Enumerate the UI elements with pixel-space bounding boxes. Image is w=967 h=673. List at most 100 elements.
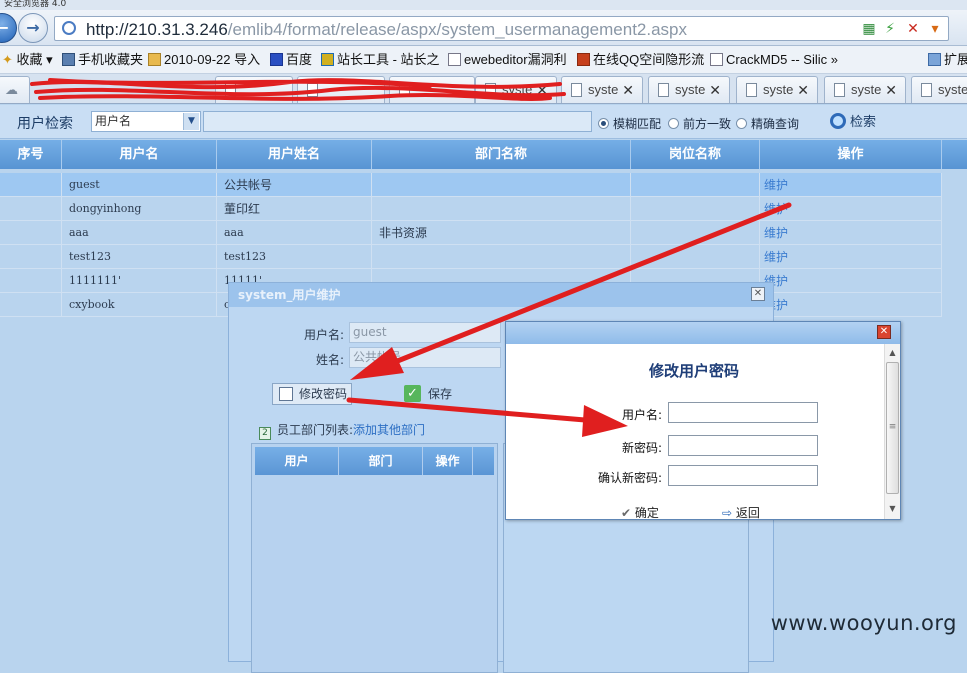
close-tab-icon[interactable]: ✕ bbox=[536, 77, 548, 103]
dialog-title-bar[interactable] bbox=[506, 322, 900, 344]
page-icon bbox=[710, 53, 723, 66]
new-password-input[interactable] bbox=[668, 435, 818, 456]
cell-post bbox=[631, 173, 760, 197]
close-tab-icon[interactable]: ✕ bbox=[622, 77, 634, 103]
stop-icon[interactable]: ✕ bbox=[902, 19, 924, 39]
search-input[interactable] bbox=[203, 111, 592, 132]
page-icon bbox=[658, 83, 669, 97]
col-header-post[interactable]: 岗位名称 bbox=[631, 140, 760, 169]
search-button[interactable]: 检索 bbox=[830, 111, 876, 130]
maintain-link[interactable]: 维护 bbox=[760, 173, 942, 197]
radio-prefix-match[interactable]: 前方一致 bbox=[668, 115, 731, 132]
tab-syste-6[interactable]: syste bbox=[911, 76, 967, 103]
chevron-down-icon: ▼ bbox=[183, 113, 199, 130]
col-header-fullname[interactable]: 用户姓名 bbox=[217, 140, 372, 169]
col-header-index[interactable]: 序号 bbox=[0, 140, 62, 169]
url-field[interactable]: http://210.31.3.246/emlib4/format/releas… bbox=[54, 16, 949, 41]
scroll-down-icon[interactable]: ▼ bbox=[885, 502, 900, 516]
radio-exact-match[interactable]: 精确查询 bbox=[736, 115, 799, 132]
bookmark-favorites[interactable]: ✦ 收藏 ▾ bbox=[2, 46, 53, 73]
tab-cloud[interactable]: ☁ bbox=[0, 76, 30, 103]
cell-username: dongyinhong bbox=[62, 197, 217, 221]
dept-col-dept[interactable]: 部门 bbox=[339, 447, 423, 475]
page-icon bbox=[485, 83, 496, 97]
maintain-link[interactable]: 维护 bbox=[760, 197, 942, 221]
username-label: 用户名: bbox=[303, 328, 344, 342]
dropdown-arrow-icon[interactable]: ▾ bbox=[924, 19, 946, 39]
bookmark-extensions[interactable]: 扩展 bbox=[928, 46, 967, 73]
dept-col-action[interactable]: 操作 bbox=[423, 447, 473, 475]
dept-list-line: 2 员工部门列表:添加其他部门 bbox=[259, 421, 425, 440]
maintain-link[interactable]: 维护 bbox=[760, 269, 942, 293]
lightning-icon[interactable]: ⚡ bbox=[879, 19, 901, 39]
puzzle-icon bbox=[928, 53, 941, 66]
close-icon[interactable]: ✕ bbox=[877, 325, 891, 339]
back-button[interactable]: ⇨ 返回 bbox=[722, 504, 760, 521]
scroll-up-icon[interactable]: ▲ bbox=[885, 346, 900, 360]
star-icon: ✦ bbox=[2, 52, 13, 67]
forward-button[interactable]: → bbox=[18, 13, 48, 43]
page-icon bbox=[399, 83, 410, 97]
tab-syste-5[interactable]: syste ✕ bbox=[824, 76, 906, 103]
qr-code-icon[interactable]: ▦ bbox=[858, 19, 880, 39]
url-path: /emlib4/format/release/aspx/system_userm… bbox=[227, 20, 688, 39]
bookmark-crackmd5[interactable]: CrackMD5 -- Silic » bbox=[710, 46, 838, 73]
back-button[interactable]: ← bbox=[0, 13, 17, 43]
col-header-department[interactable]: 部门名称 bbox=[372, 140, 631, 169]
dialog-heading: 修改用户密码 bbox=[648, 362, 739, 380]
tab-obscured-1[interactable] bbox=[215, 76, 293, 103]
maintain-link[interactable]: 维护 bbox=[760, 245, 942, 269]
tab-obscured-3[interactable] bbox=[389, 76, 475, 103]
name-field[interactable]: 公共帐号 bbox=[349, 347, 501, 368]
tab-syste-2[interactable]: syste ✕ bbox=[561, 76, 643, 103]
save-button[interactable]: ✓ 保存 bbox=[404, 384, 452, 404]
edit-icon bbox=[279, 387, 293, 401]
cloud-icon: ☁ bbox=[5, 82, 18, 97]
radio-icon bbox=[736, 118, 747, 129]
change-password-button[interactable]: 修改密码 bbox=[272, 383, 353, 405]
chart-icon bbox=[321, 53, 334, 66]
bookmark-webmaster[interactable]: 站长工具 - 站长之 bbox=[321, 46, 440, 73]
bookmark-ewebeditor[interactable]: ewebeditor漏洞利 bbox=[448, 46, 567, 73]
page-icon bbox=[746, 83, 757, 97]
col-header-username[interactable]: 用户名 bbox=[62, 140, 217, 169]
maintain-link[interactable]: 维护 bbox=[760, 293, 942, 317]
scroll-thumb[interactable]: ≡ bbox=[886, 362, 899, 494]
search-bar: 用户检索 用户名 ▼ 模糊匹配 前方一致 精确查询 检索 bbox=[0, 105, 967, 139]
dialog-title[interactable]: system_用户维护 bbox=[229, 283, 773, 307]
col-header-action[interactable]: 操作 bbox=[760, 140, 942, 169]
cell-index bbox=[0, 221, 62, 245]
tab-syste-1[interactable]: syste ✕ bbox=[475, 76, 557, 103]
bookmark-mobile[interactable]: 手机收藏夹 bbox=[62, 46, 143, 73]
confirm-password-input[interactable] bbox=[668, 465, 818, 486]
cell-fullname: 公共帐号 bbox=[217, 173, 372, 197]
table-row[interactable]: dongyinhong 董印红 维护 bbox=[0, 197, 942, 221]
tab-syste-4[interactable]: syste ✕ bbox=[736, 76, 818, 103]
tab-syste-3[interactable]: syste ✕ bbox=[648, 76, 730, 103]
bookmark-import[interactable]: 2010-09-22 导入 bbox=[148, 46, 260, 73]
tab-obscured-2[interactable] bbox=[297, 76, 385, 103]
search-field-select[interactable]: 用户名 ▼ bbox=[91, 111, 201, 132]
close-icon[interactable]: ✕ bbox=[751, 287, 765, 301]
cell-fullname: test123 bbox=[217, 245, 372, 269]
table-row[interactable]: aaa aaa 非书资源 维护 bbox=[0, 221, 942, 245]
bookmark-baidu[interactable]: 百度 bbox=[270, 46, 312, 73]
dialog-scrollbar[interactable]: ▲ ≡ ▼ bbox=[884, 344, 900, 519]
page-icon bbox=[834, 83, 845, 97]
close-tab-icon[interactable]: ✕ bbox=[797, 77, 809, 103]
username-field[interactable]: guest bbox=[349, 322, 501, 343]
confirm-button[interactable]: ✔ 确定 bbox=[621, 504, 659, 521]
radio-fuzzy-match[interactable]: 模糊匹配 bbox=[598, 115, 661, 132]
maintain-link[interactable]: 维护 bbox=[760, 221, 942, 245]
add-dept-link[interactable]: 添加其他部门 bbox=[353, 423, 425, 437]
flame-icon bbox=[577, 53, 590, 66]
pwd-username-input[interactable] bbox=[668, 402, 818, 423]
phone-icon bbox=[62, 53, 75, 66]
table-row[interactable]: guest 公共帐号 维护 bbox=[0, 173, 942, 197]
close-tab-icon[interactable]: ✕ bbox=[885, 77, 897, 103]
bookmark-qq[interactable]: 在线QQ空间隐形流 bbox=[577, 46, 704, 73]
dept-col-user[interactable]: 用户 bbox=[255, 447, 339, 475]
cell-department: 非书资源 bbox=[372, 221, 631, 245]
close-tab-icon[interactable]: ✕ bbox=[709, 77, 721, 103]
table-row[interactable]: test123 test123 维护 bbox=[0, 245, 942, 269]
